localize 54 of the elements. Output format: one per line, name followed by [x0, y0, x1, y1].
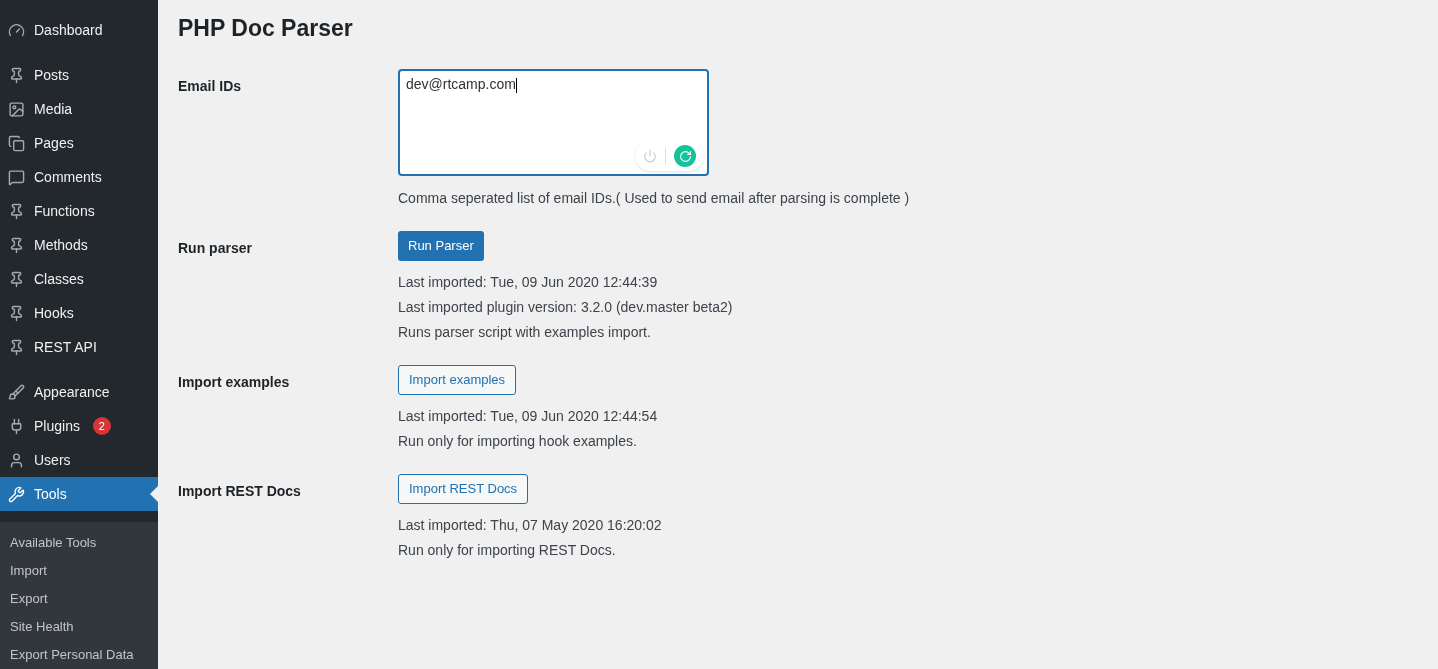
media-icon — [8, 100, 25, 118]
sidebar-item[interactable]: Posts — [0, 58, 158, 92]
field-description: Run only for importing REST Docs. — [398, 541, 617, 560]
power-icon[interactable] — [643, 149, 657, 163]
field-label: Run parser — [178, 239, 253, 258]
brush-icon — [8, 383, 25, 401]
submenu-item[interactable]: Site Health — [0, 613, 158, 641]
field-description: Last imported: Tue, 09 Jun 2020 12:44:54 — [398, 407, 658, 426]
field-description: Comma seperated list of email IDs.( Used to send email after parsing is complete ) — [398, 189, 910, 208]
submenu-item[interactable]: Available Tools — [0, 529, 158, 557]
grammar-widget[interactable] — [635, 141, 704, 171]
comment-icon — [8, 168, 25, 186]
pin-icon — [8, 66, 25, 84]
sidebar-item[interactable]: Hooks — [0, 296, 158, 330]
sidebar-item[interactable]: Appearance — [0, 375, 158, 409]
sidebar-item[interactable]: Pages — [0, 126, 158, 160]
pages-icon — [8, 134, 25, 152]
sidebar-item[interactable]: Methods — [0, 228, 158, 262]
import-button[interactable]: Import examples — [398, 365, 517, 395]
pin-icon — [8, 304, 25, 322]
page-title: PHP Doc Parser — [178, 14, 354, 43]
pin-icon — [8, 236, 25, 254]
submenu-item[interactable]: Export — [0, 585, 158, 613]
field-label: Import examples — [178, 373, 291, 392]
refresh-icon[interactable] — [674, 145, 696, 167]
import-button[interactable]: Import REST Docs — [398, 474, 529, 504]
pin-icon — [8, 338, 25, 356]
field-label: Email IDs — [178, 77, 243, 96]
sidebar-item[interactable]: Functions — [0, 194, 158, 228]
count-badge: 2 — [92, 417, 111, 435]
field-description: Last imported: Thu, 07 May 2020 16:20:02 — [398, 516, 662, 535]
gauge-icon — [8, 21, 25, 39]
user-icon — [8, 451, 25, 469]
pin-icon — [8, 202, 25, 220]
pin-icon — [8, 270, 25, 288]
sidebar-item[interactable]: Comments — [0, 160, 158, 194]
sidebar-item[interactable]: Plugins 2 — [0, 409, 158, 443]
field-label: Import REST Docs — [178, 482, 302, 501]
submenu-item[interactable]: Import — [0, 557, 158, 585]
current-indicator-icon — [150, 486, 158, 502]
sidebar-item[interactable]: Tools — [0, 477, 158, 511]
run-button[interactable]: Run Parser — [398, 231, 484, 261]
sidebar-item[interactable]: REST API — [0, 330, 158, 364]
sidebar-item[interactable]: Dashboard — [0, 13, 158, 47]
field-description: Run only for importing hook examples. — [398, 432, 638, 451]
sidebar-item[interactable]: Media — [0, 92, 158, 126]
email-textarea[interactable]: dev@rtcamp.com — [398, 69, 709, 176]
wrench-icon — [8, 485, 25, 503]
field-description: Last imported: Tue, 09 Jun 2020 12:44:39 — [398, 273, 659, 292]
field-description: Last imported plugin version: 3.2.0 (dev.master beta2) — [398, 298, 733, 317]
sidebar-item[interactable]: Classes — [0, 262, 158, 296]
submenu-item[interactable]: Export Personal Data — [0, 641, 158, 669]
sidebar-item[interactable]: Users — [0, 443, 158, 477]
field-description: Runs parser script with examples import. — [398, 323, 652, 342]
